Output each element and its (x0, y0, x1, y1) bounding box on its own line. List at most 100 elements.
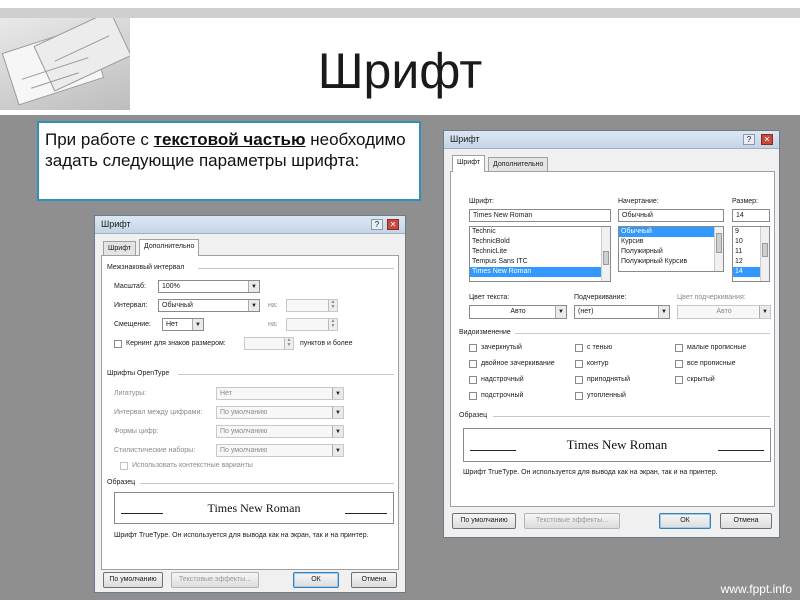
kerning-suffix: пунктов и более (300, 340, 353, 347)
font-preview: Times New Roman (463, 428, 771, 462)
font-dialog-main: Шрифт ? ✕ Шрифт Дополнительно Шрифт: Tim… (443, 130, 780, 538)
spin-buttons[interactable]: ▲ ▼ (284, 338, 293, 349)
spacing-group-title: Межзнаковый интервал (107, 264, 185, 271)
list-item[interactable]: TechnicLite (470, 247, 610, 257)
effect-checkbox[interactable] (675, 376, 683, 384)
font-list-scrollbar[interactable] (601, 227, 610, 281)
scroll-thumb[interactable] (603, 251, 609, 265)
style-listbox[interactable]: Обычный Курсив Полужирный Полужирный Курсив (618, 226, 724, 272)
effect-checkbox[interactable] (575, 392, 583, 400)
size-listbox[interactable]: 9 10 11 12 14 (732, 226, 770, 282)
tab-advanced[interactable]: Дополнительно (488, 157, 549, 172)
font-preview: Times New Roman (114, 492, 394, 524)
opentype-group-title: Шрифты OpenType (107, 370, 170, 377)
text-effects-button[interactable]: Текстовые эффекты... (524, 513, 620, 529)
effect-checkbox[interactable] (675, 360, 683, 368)
offset-dropdown[interactable]: Нет ▼ (162, 318, 204, 331)
close-icon[interactable]: ✕ (761, 134, 773, 145)
effect-label: утопленный (587, 392, 626, 399)
size-list-scrollbar[interactable] (760, 227, 769, 281)
font-name-input[interactable]: Times New Roman (469, 209, 611, 222)
effect-label: все прописные (687, 360, 736, 367)
stylistic-sets-dropdown[interactable]: По умолчанию ▼ (216, 444, 344, 457)
size-input[interactable]: 14 (732, 209, 770, 222)
kerning-label: Кернинг для знаков размером: (126, 340, 226, 347)
note-text-bold: текстовой частью (153, 130, 306, 149)
kerning-checkbox[interactable] (114, 340, 122, 348)
style-list-scrollbar[interactable] (714, 227, 723, 271)
list-item[interactable]: Обычный (619, 227, 723, 237)
font-dialog-advanced: Шрифт ? ✕ Шрифт Дополнительно Межзнаковы… (94, 215, 406, 593)
offset-amount-input[interactable]: ▲ ▼ (286, 318, 338, 331)
effect-checkbox[interactable] (575, 360, 583, 368)
ligatures-dropdown[interactable]: Нет ▼ (216, 387, 344, 400)
effect-label: с тенью (587, 344, 613, 351)
list-item[interactable]: Tempus Sans ITC (470, 257, 610, 267)
effect-checkbox[interactable] (469, 376, 477, 384)
effect-checkbox[interactable] (575, 344, 583, 352)
cancel-button[interactable]: Отмена (351, 572, 397, 588)
scale-dropdown[interactable]: 100% ▼ (158, 280, 260, 293)
number-forms-dropdown[interactable]: По умолчанию ▼ (216, 425, 344, 438)
close-icon[interactable]: ✕ (387, 219, 399, 230)
number-spacing-value: По умолчанию (220, 409, 268, 416)
font-listbox[interactable]: Technic TechnicBold TechnicLite Tempus Sans… (469, 226, 611, 282)
dropdown-arrow-icon: ▼ (332, 445, 343, 456)
sample-group-title: Образец (459, 412, 488, 419)
dropdown-arrow-icon: ▼ (332, 426, 343, 437)
list-item[interactable]: Times New Roman (470, 267, 610, 277)
number-forms-label: Формы цифр: (114, 428, 159, 435)
scale-value: 100% (162, 283, 180, 290)
interval-label: Интервал: (114, 302, 148, 309)
underline-color-label: Цвет подчеркивания: (677, 294, 746, 301)
help-icon[interactable]: ? (371, 219, 383, 230)
dropdown-arrow-icon: ▼ (332, 407, 343, 418)
interval-amount-input[interactable]: ▲ ▼ (286, 299, 338, 312)
list-item[interactable]: TechnicBold (470, 237, 610, 247)
underline-color-dropdown[interactable]: Авто ▼ (677, 305, 771, 319)
list-item[interactable]: Technic (470, 227, 610, 237)
size-value: 14 (736, 212, 744, 219)
interval-dropdown[interactable]: Обычный ▼ (158, 299, 260, 312)
note-text-pre: При работе с (45, 130, 154, 149)
dropdown-arrow-icon: ▼ (248, 281, 259, 292)
text-color-dropdown[interactable]: Авто ▼ (469, 305, 567, 319)
list-item[interactable]: Полужирный (619, 247, 723, 257)
ok-button[interactable]: ОК (659, 513, 711, 529)
tab-font[interactable]: Шрифт (103, 241, 137, 256)
tab-font[interactable]: Шрифт (452, 155, 486, 172)
number-spacing-dropdown[interactable]: По умолчанию ▼ (216, 406, 344, 419)
dialog-title: Шрифт (101, 219, 131, 229)
offset-value: Нет (166, 321, 178, 328)
default-button[interactable]: По умолчанию (103, 572, 163, 588)
style-input[interactable]: Обычный (618, 209, 724, 222)
tab-advanced[interactable]: Дополнительно (139, 239, 200, 256)
effect-checkbox[interactable] (469, 392, 477, 400)
effect-checkbox[interactable] (469, 360, 477, 368)
preview-text: Times New Roman (207, 501, 301, 515)
effect-label: контур (587, 360, 609, 367)
cancel-button[interactable]: Отмена (720, 513, 772, 529)
slide-title: Шрифт (317, 43, 483, 99)
spin-buttons[interactable]: ▲ ▼ (328, 319, 337, 330)
spin-buttons[interactable]: ▲ ▼ (328, 300, 337, 311)
text-effects-button[interactable]: Текстовые эффекты... (171, 572, 259, 588)
kerning-size-input[interactable]: ▲ ▼ (244, 337, 294, 350)
list-item[interactable]: Курсив (619, 237, 723, 247)
contextual-checkbox[interactable] (120, 462, 128, 470)
effect-label: зачеркнутый (481, 344, 522, 351)
list-item[interactable]: Полужирный Курсив (619, 257, 723, 267)
default-button[interactable]: По умолчанию (452, 513, 516, 529)
effect-label: малые прописные (687, 344, 747, 351)
dropdown-arrow-icon: ▼ (555, 306, 566, 318)
sample-group-title: Образец (107, 479, 136, 486)
effect-label: двойное зачеркивание (481, 360, 555, 367)
underline-dropdown[interactable]: (нет) ▼ (574, 305, 670, 319)
ok-button[interactable]: ОК (293, 572, 339, 588)
effect-checkbox[interactable] (469, 344, 477, 352)
effect-checkbox[interactable] (575, 376, 583, 384)
scroll-thumb[interactable] (762, 243, 768, 257)
help-icon[interactable]: ? (743, 134, 755, 145)
effect-checkbox[interactable] (675, 344, 683, 352)
scroll-thumb[interactable] (716, 233, 722, 253)
